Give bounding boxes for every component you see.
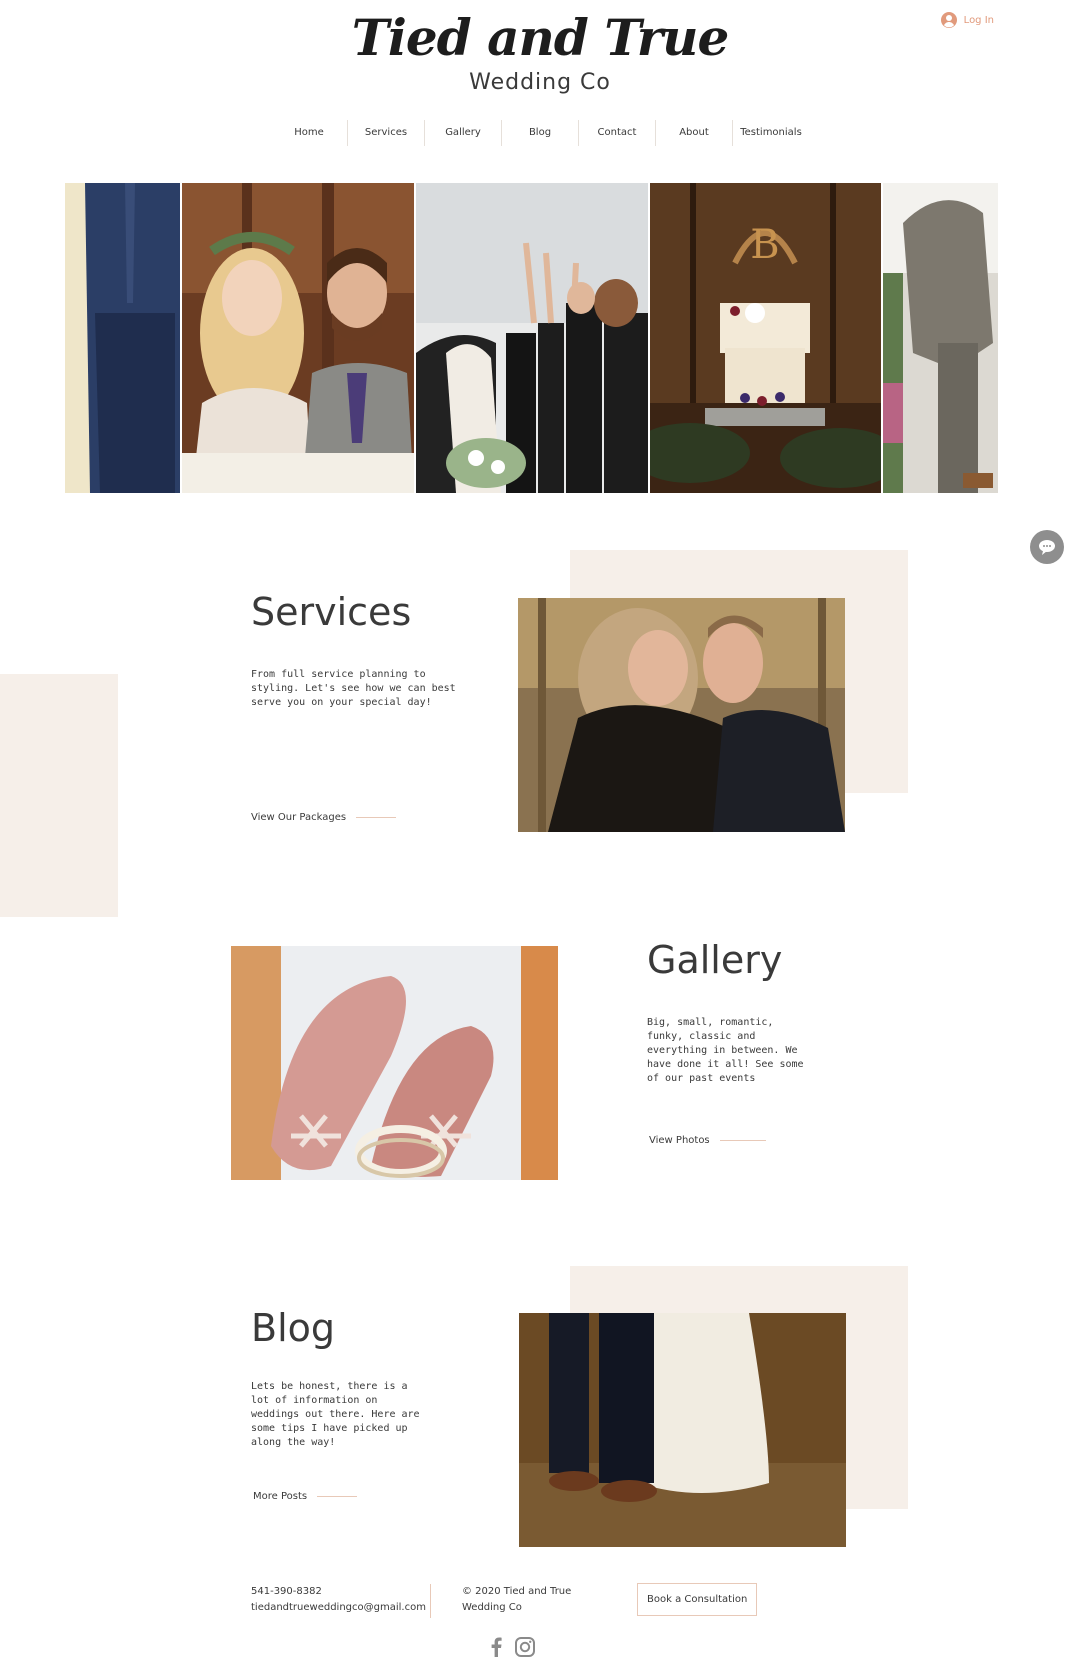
login-label: Log In: [963, 14, 994, 26]
gallery-link[interactable]: View Photos: [649, 1135, 766, 1146]
footer-email[interactable]: tiedandtrueweddingco@gmail.com: [251, 1600, 426, 1616]
gallery-heading: Gallery: [647, 938, 783, 982]
services-description: From full service planning to styling. L…: [251, 669, 456, 708]
gallery-photo-shoes: [231, 946, 558, 1180]
footer-copyright: © 2020 Tied and True Wedding Co: [462, 1586, 572, 1613]
services-photo-couple: [518, 598, 845, 832]
chat-icon: [1039, 540, 1055, 555]
nav-item-contact[interactable]: Contact: [578, 120, 655, 146]
chat-button[interactable]: [1030, 530, 1064, 564]
blog-description: Lets be honest, there is a lot of inform…: [251, 1381, 420, 1448]
footer-divider: [430, 1584, 431, 1618]
user-icon: [940, 12, 957, 28]
link-underline: [356, 817, 397, 818]
brand-logo-title[interactable]: Tied and True: [0, 8, 1080, 67]
hero-photo-couple-portrait: [182, 183, 414, 493]
hero-photo-wedding-cake: B: [650, 183, 881, 493]
nav-item-services[interactable]: Services: [347, 120, 424, 146]
footer-contact: 541-390-8382 tiedandtrueweddingco@gmail.…: [251, 1584, 426, 1616]
instagram-icon[interactable]: [515, 1637, 535, 1657]
login-button[interactable]: Log In: [940, 12, 994, 28]
link-underline: [719, 1140, 766, 1141]
blog-link[interactable]: More Posts: [253, 1491, 358, 1502]
nav-item-about[interactable]: About: [655, 120, 732, 146]
link-underline: [317, 1496, 358, 1497]
blog-heading: Blog: [251, 1306, 335, 1350]
nav-item-blog[interactable]: Blog: [501, 120, 578, 146]
nav-item-home[interactable]: Home: [271, 120, 347, 146]
hero-photo-groom-suit: [65, 183, 180, 493]
services-heading: Services: [251, 590, 412, 634]
gallery-description: Big, small, romantic, funky, classic and…: [647, 1017, 804, 1084]
nav-item-gallery[interactable]: Gallery: [424, 120, 501, 146]
brand-logo-subtitle: Wedding Co: [469, 70, 611, 95]
blog-photo-feet: [519, 1313, 846, 1547]
hero-photo-bridal-party: [416, 183, 648, 493]
main-nav: Home Services Gallery Blog Contact About…: [0, 120, 1080, 146]
book-consultation-button[interactable]: Book a Consultation: [637, 1583, 758, 1616]
footer-phone[interactable]: 541-390-8382: [251, 1584, 426, 1600]
facebook-icon[interactable]: [489, 1637, 503, 1657]
blog-link-label: More Posts: [253, 1491, 308, 1502]
nav-item-testimonials[interactable]: Testimonials: [732, 120, 809, 146]
gallery-link-label: View Photos: [649, 1135, 710, 1146]
svg-text:B: B: [750, 222, 779, 268]
hero-photo-groom-walking: [883, 183, 998, 493]
decorative-block-left: [0, 674, 118, 917]
services-link-label: View Our Packages: [251, 812, 347, 823]
social-links: [489, 1637, 535, 1657]
services-link[interactable]: View Our Packages: [251, 812, 397, 823]
